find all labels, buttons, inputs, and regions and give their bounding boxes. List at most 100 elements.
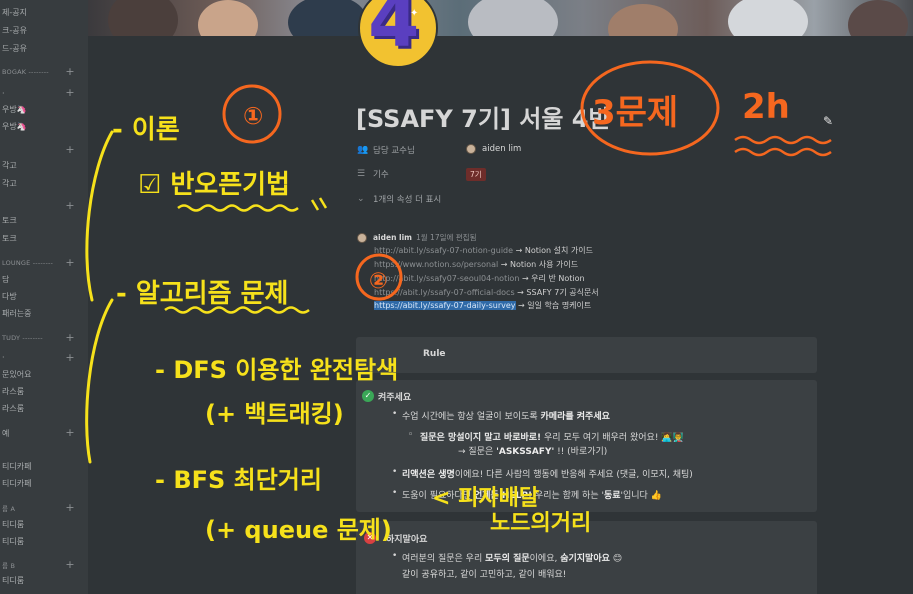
sidebar-item[interactable]: 패러는중 bbox=[0, 306, 88, 320]
sidebar-item[interactable]: 티디룸 bbox=[0, 534, 88, 548]
list-icon: ☰ bbox=[357, 169, 366, 179]
bullet: • bbox=[392, 488, 398, 498]
link-desc: → Notion 설치 가이드 bbox=[515, 246, 593, 255]
close-icon: ✕ bbox=[364, 532, 376, 544]
sidebar-item-label: 우방🦄 bbox=[2, 104, 27, 114]
sidebar-item[interactable]: 티디룸 bbox=[0, 517, 88, 531]
link-desc: → 우리 반 Notion bbox=[521, 274, 585, 283]
callout-line: 수업 시간에는 항상 얼굴이 보이도록 카메라를 켜주세요 bbox=[402, 412, 610, 422]
link-desc: → SSAFY 7기 공식문서 bbox=[517, 288, 599, 297]
sidebar-item[interactable]: 우방🦄 bbox=[0, 119, 88, 133]
more-properties-toggle[interactable]: ⌄ 1개의 속성 더 표시 bbox=[357, 192, 441, 206]
sidebar-item[interactable]: 토크 bbox=[0, 231, 88, 245]
sidebar-section-label: 룹 B bbox=[2, 562, 16, 570]
link-row: http://abit.ly/ssafy07-seoul04-notion → … bbox=[374, 273, 585, 284]
sidebar-item-label: 라스룸 bbox=[2, 403, 25, 413]
sidebar-item-label: · bbox=[2, 88, 5, 98]
add-page-plus-icon[interactable]: + bbox=[64, 502, 76, 514]
bullet: • bbox=[392, 551, 398, 561]
property-label: 담당 교수님 bbox=[373, 146, 415, 156]
link-url[interactable]: https://abit.ly/ssafy-07-daily-survey bbox=[374, 301, 516, 310]
add-page-plus-icon[interactable]: + bbox=[64, 200, 76, 212]
link-url[interactable]: https://www.notion.so/personal bbox=[374, 260, 498, 269]
sidebar-item[interactable]: 티디카페 bbox=[0, 476, 88, 490]
bullet: ◦ bbox=[408, 430, 414, 440]
sidebar-item-label: 제-공지 bbox=[2, 7, 27, 17]
sidebar-item[interactable]: 크-공유 bbox=[0, 23, 88, 37]
property-value[interactable]: 7기 bbox=[466, 168, 486, 181]
add-page-plus-icon[interactable]: + bbox=[64, 87, 76, 99]
dos-callout: ✓ 켜주세요 • 수업 시간에는 항상 얼굴이 보이도록 카메라를 켜주세요 ◦… bbox=[356, 380, 817, 512]
sidebar-item-label: 담 bbox=[2, 274, 10, 284]
sidebar-item[interactable]: 토크 bbox=[0, 213, 88, 227]
add-page-plus-icon[interactable]: + bbox=[64, 559, 76, 571]
sidebar-item-label: 다방 bbox=[2, 291, 17, 301]
sidebar-item[interactable]: 문있어요 bbox=[0, 367, 88, 381]
link-row: https://abit.ly/ssafy-07-daily-survey → … bbox=[374, 300, 591, 311]
people-icon: 👥 bbox=[357, 145, 369, 155]
sidebar-item-label: 티디룸 bbox=[2, 519, 25, 529]
annotation-text: - 알고리즘 문제 bbox=[116, 279, 288, 309]
sidebar-item-label: 문있어요 bbox=[2, 369, 32, 379]
annotation-text: ☑ 반오픈기법 bbox=[138, 170, 290, 200]
annotation-text: 2h bbox=[742, 87, 790, 127]
sidebar-item-label: 패러는중 bbox=[2, 308, 32, 318]
tag-badge: 7기 bbox=[466, 168, 486, 181]
page-icon[interactable]: 4 ✦ bbox=[358, 0, 438, 68]
link-row: http://abit.ly/ssafy-07-notion-guide → N… bbox=[374, 245, 593, 256]
annotation-text: (+ 백트래킹) bbox=[205, 400, 344, 428]
link-url[interactable]: https://abit.ly/ssafy-07-official-docs bbox=[374, 288, 515, 297]
sidebar-item[interactable]: 담 bbox=[0, 272, 88, 286]
callout-title: 하지말아요 bbox=[386, 535, 428, 545]
property-value[interactable]: aiden lim bbox=[466, 144, 521, 154]
sidebar-item[interactable]: 제-공지 bbox=[0, 5, 88, 19]
person-name: aiden lim bbox=[482, 144, 522, 154]
link-row: https://abit.ly/ssafy-07-official-docs →… bbox=[374, 287, 599, 298]
sidebar-item-label: 티디룸 bbox=[2, 575, 25, 585]
property-row[interactable]: ☰ 기수 bbox=[357, 167, 389, 181]
callout-line: 같이 공유하고, 같이 고민하고, 같이 배워요! bbox=[402, 570, 567, 580]
callout-title: 켜주세요 bbox=[378, 393, 412, 403]
sidebar-item-label: 티디룸 bbox=[2, 536, 25, 546]
bullet: • bbox=[392, 409, 398, 419]
comment-date: 1월 17일에 편집됨 bbox=[416, 233, 477, 242]
sidebar-item[interactable]: 티디카페 bbox=[0, 459, 88, 473]
check-icon: ✓ bbox=[362, 390, 374, 402]
sidebar-item[interactable]: 라스룸 bbox=[0, 384, 88, 398]
page-title[interactable]: [SSAFY 7기] 서울 4반 bbox=[356, 99, 611, 134]
add-page-plus-icon[interactable]: + bbox=[64, 332, 76, 344]
add-page-plus-icon[interactable]: + bbox=[64, 257, 76, 269]
property-label: 기수 bbox=[373, 170, 389, 180]
callout-line: 여러분의 질문은 우리 모두의 질문이에요, 숨기지말아요 😊 bbox=[402, 554, 623, 564]
sidebar-item[interactable]: 각고 bbox=[0, 176, 88, 190]
add-page-plus-icon[interactable]: + bbox=[64, 66, 76, 78]
sidebar-item[interactable]: 티디룸 bbox=[0, 573, 88, 587]
sidebar-item[interactable]: 각고 bbox=[0, 158, 88, 172]
callout-line: 질문은 망설이지 말고 바로바로! 우리 모두 여기 배우러 왔어요! 👩‍💻👨… bbox=[420, 433, 684, 443]
property-row[interactable]: 👥 담당 교수님 bbox=[357, 143, 415, 157]
rule-callout: Rule bbox=[356, 337, 817, 373]
sidebar-item[interactable]: 드-공유 bbox=[0, 41, 88, 55]
chevron-down-icon: ⌄ bbox=[357, 194, 365, 204]
sidebar-item[interactable]: 라스룸 bbox=[0, 401, 88, 415]
callout-line: 도움이 필요하다면 언제든 HELP! 우리는 함께 하는 '동료'입니다 👍 bbox=[402, 491, 662, 501]
sparkle-icon: ✦ bbox=[410, 8, 419, 19]
sidebar-item-label: 티디카페 bbox=[2, 461, 32, 471]
avatar bbox=[357, 232, 367, 243]
add-page-plus-icon[interactable]: + bbox=[64, 144, 76, 156]
donts-callout: ✕ 하지말아요 • 여러분의 질문은 우리 모두의 질문이에요, 숨기지말아요 … bbox=[356, 521, 817, 594]
sidebar-item-label: 각고 bbox=[2, 160, 17, 170]
sidebar-item-label: 크-공유 bbox=[2, 25, 27, 35]
sidebar-item-label: 티디카페 bbox=[2, 478, 32, 488]
sidebar-item[interactable]: 다방 bbox=[0, 289, 88, 303]
avatar bbox=[466, 144, 476, 154]
add-page-plus-icon[interactable]: + bbox=[64, 427, 76, 439]
sidebar-item-label: 예 bbox=[2, 428, 10, 438]
bullet: • bbox=[392, 467, 398, 477]
sidebar-section-label: LOUNGE -------- bbox=[2, 259, 54, 267]
sidebar-item[interactable]: 우방🦄 bbox=[0, 102, 88, 116]
add-page-plus-icon[interactable]: + bbox=[64, 352, 76, 364]
link-url[interactable]: http://abit.ly/ssafy07-seoul04-notion bbox=[374, 274, 519, 283]
link-url[interactable]: http://abit.ly/ssafy-07-notion-guide bbox=[374, 246, 513, 255]
comment-header: aiden lim 1월 17일에 편집됨 bbox=[357, 232, 476, 243]
